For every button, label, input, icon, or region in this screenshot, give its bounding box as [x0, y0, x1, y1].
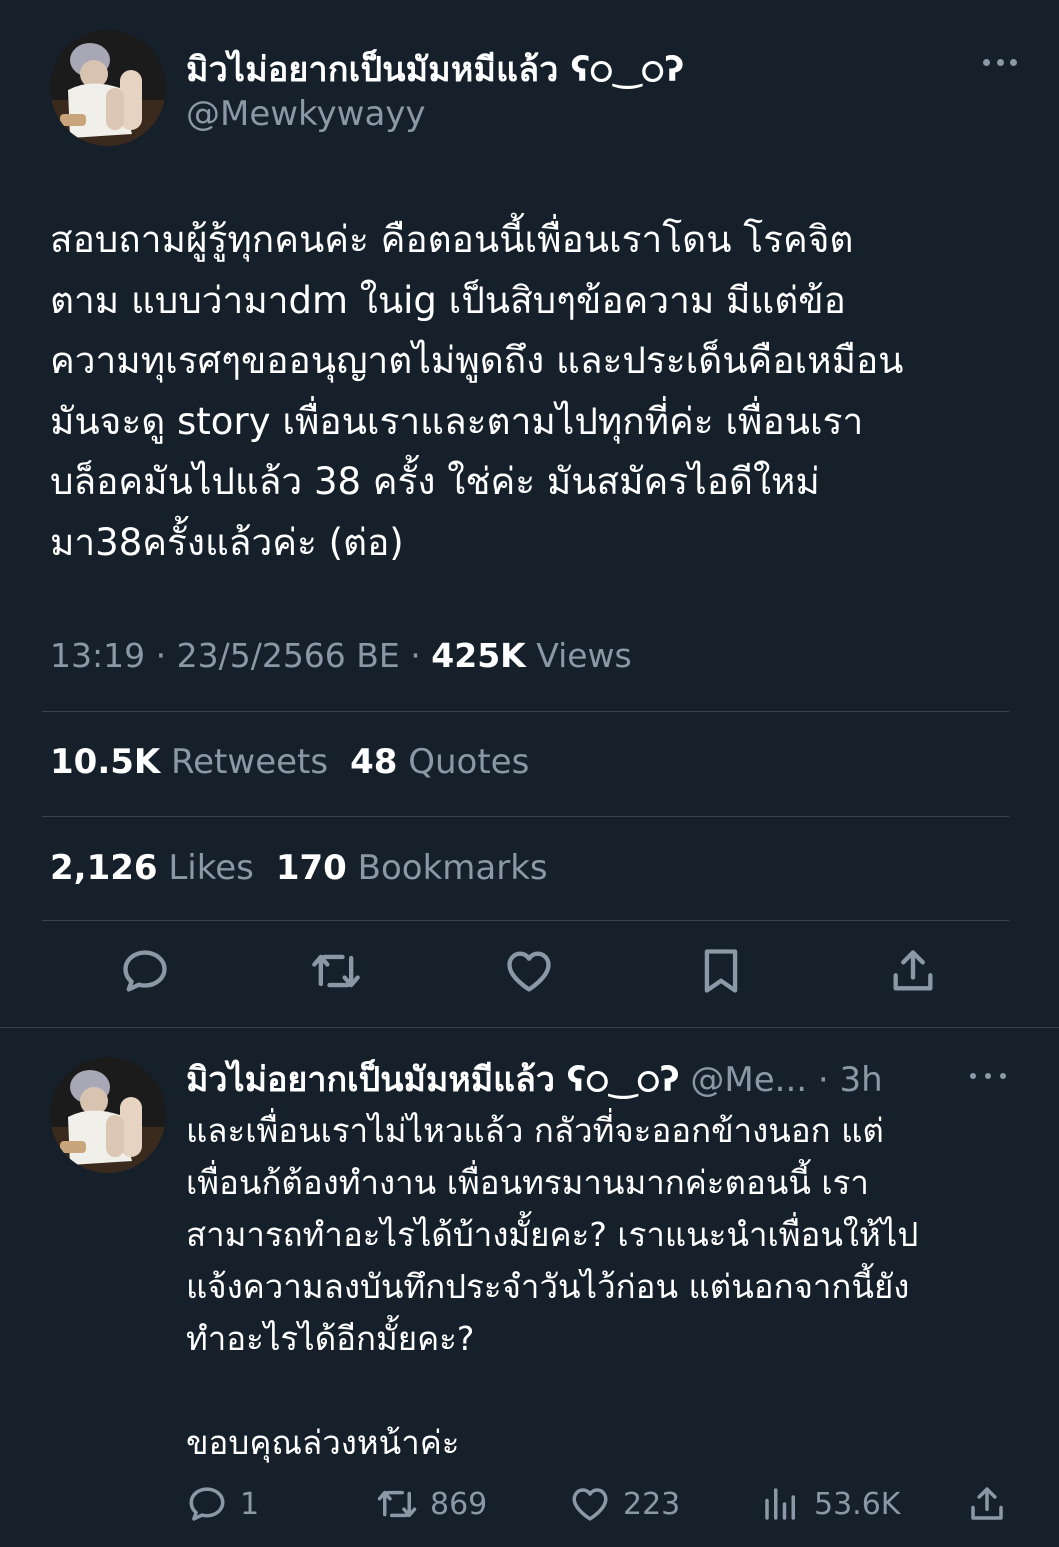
reply-header: มิวไม่อยากเป็นมัมหมีแล้ว ʕ੦‿੦ʔ @Me... · … — [186, 1052, 883, 1106]
share-icon — [971, 1487, 1003, 1520]
author-name[interactable]: มิวไม่อยากเป็นมัมหมีแล้ว ʕ੦‿੦ʔ — [186, 42, 684, 96]
reply-author-avatar[interactable] — [50, 1057, 166, 1173]
reply-retweets-count: 869 — [430, 1486, 488, 1522]
reply-text-line: ทำอะไรได้อีกมั้ยคะ? — [186, 1319, 475, 1358]
reply-replies-count: 1 — [240, 1486, 260, 1522]
tweet-text-line: สอบถามผู้รู้ทุกคนค่ะ คือตอนนี้เพื่อนเราโ… — [50, 218, 854, 261]
reply-text-line: และเพื่อนเราไม่ไหวแล้ว กลัวที่จะออกข้างน… — [186, 1111, 884, 1150]
retweet-icon — [377, 1490, 417, 1518]
tweet-date[interactable]: 23/5/2566 BE — [177, 636, 400, 675]
reply-icon[interactable] — [119, 945, 171, 997]
like-bookmark-stats: 2,126 Likes 170 Bookmarks — [50, 848, 548, 888]
tweet-text-line: บล็อคมันไปแล้ว 38 ครั้ง ใช่ค่ะ มันสมัครไ… — [50, 460, 820, 503]
retweets-stat[interactable]: 10.5K Retweets — [50, 742, 328, 782]
meta-separator: · — [807, 1060, 840, 1100]
reply-icon — [189, 1487, 225, 1521]
divider — [42, 711, 1009, 712]
divider — [0, 1027, 1059, 1028]
retweets-label: Retweets — [171, 742, 329, 782]
views-chart-icon — [765, 1488, 795, 1520]
reply-author-handle[interactable]: @Me... — [690, 1060, 807, 1100]
reply-age[interactable]: 3h — [840, 1060, 883, 1100]
author-avatar[interactable] — [50, 30, 166, 146]
reply-text-line: เพื่อนก้ต้องทำงาน เพื่อนทรมานมากค่ะตอนนี… — [186, 1163, 869, 1202]
divider — [42, 816, 1009, 817]
reply-views-count: 53.6K — [814, 1486, 901, 1522]
tweet-time[interactable]: 13:19 — [50, 636, 145, 675]
likes-label: Likes — [168, 848, 254, 888]
reply-text: และเพื่อนเราไม่ไหวแล้ว กลัวที่จะออกข้างน… — [186, 1105, 1026, 1469]
like-icon[interactable] — [503, 945, 555, 997]
reply-author-name[interactable]: มิวไม่อยากเป็นมัมหมีแล้ว ʕ੦‿੦ʔ — [186, 1060, 680, 1100]
tweet-text-line: ความทุเรศๆขออนุญาตไม่พูดถึง และประเด็นคื… — [50, 339, 904, 382]
reply-action-bar: 1 869 223 53.6K — [0, 1480, 1059, 1530]
divider — [42, 920, 1009, 921]
tweet-action-bar — [0, 945, 1059, 1005]
reply-retweet-button[interactable]: 869 — [376, 1480, 487, 1528]
quotes-label: Quotes — [408, 742, 530, 782]
quotes-stat[interactable]: 48 Quotes — [350, 742, 529, 782]
tweet-text-line: ตาม แบบว่ามาdm ในig เป็นสิบๆข้อความ มีแต… — [50, 278, 846, 322]
share-icon[interactable] — [887, 945, 939, 997]
reply-views-button[interactable]: 53.6K — [760, 1480, 900, 1528]
views-label[interactable]: Views — [536, 636, 632, 675]
reply-text-line: แจ้งความลงบันทึกประจำวันไว้ก่อน แต่นอกจา… — [186, 1267, 910, 1306]
avatar-photo — [50, 30, 166, 146]
tweet-detail-page: มิวไม่อยากเป็นมัมหมีแล้ว ʕ੦‿੦ʔ @Mewkyway… — [0, 0, 1059, 1547]
retweet-icon[interactable] — [310, 945, 362, 997]
avatar-photo — [50, 1057, 166, 1173]
reply-share-button[interactable] — [966, 1480, 1020, 1528]
reply-more-options-icon[interactable] — [970, 1068, 1006, 1084]
tweet-text-line: มันจะดู story เพื่อนเราและตามไปทุกที่ค่ะ… — [50, 399, 864, 443]
bookmark-icon[interactable] — [695, 945, 747, 997]
retweet-quote-stats: 10.5K Retweets 48 Quotes — [50, 742, 529, 782]
quotes-count: 48 — [350, 742, 398, 782]
reply-likes-count: 223 — [623, 1486, 681, 1522]
retweets-count: 10.5K — [50, 742, 161, 782]
reply-reply-button[interactable]: 1 — [186, 1480, 259, 1528]
tweet-text-line: มา38ครั้งแล้วค่ะ (ต่อ) — [50, 520, 404, 564]
like-icon — [572, 1488, 608, 1521]
tweet-meta: 13:19 · 23/5/2566 BE · 425K Views — [50, 636, 632, 675]
meta-separator: · — [155, 636, 177, 675]
reply-text-line: สามารถทำอะไรได้บ้างมั้ยคะ? เราแนะนำเพื่อ… — [186, 1215, 919, 1254]
tweet-text: สอบถามผู้รู้ทุกคนค่ะ คือตอนนี้เพื่อนเราโ… — [50, 210, 1025, 573]
bookmarks-label: Bookmarks — [357, 848, 548, 888]
views-count[interactable]: 425K — [431, 636, 525, 675]
reply-text-blank-line — [186, 1365, 1026, 1417]
tweet-header: มิวไม่อยากเป็นมัมหมีแล้ว ʕ੦‿੦ʔ @Mewkyway… — [50, 30, 1020, 146]
bookmarks-stat[interactable]: 170 Bookmarks — [276, 848, 548, 888]
author-handle[interactable]: @Mewkywayy — [186, 94, 426, 134]
meta-separator: · — [410, 636, 432, 675]
bookmarks-count: 170 — [275, 848, 347, 888]
reply-text-line: ขอบคุณล่วงหน้าค่ะ — [186, 1423, 460, 1462]
likes-count: 2,126 — [50, 848, 158, 888]
reply-like-button[interactable]: 223 — [569, 1480, 680, 1528]
likes-stat[interactable]: 2,126 Likes — [50, 848, 254, 888]
more-options-icon[interactable] — [980, 52, 1020, 72]
